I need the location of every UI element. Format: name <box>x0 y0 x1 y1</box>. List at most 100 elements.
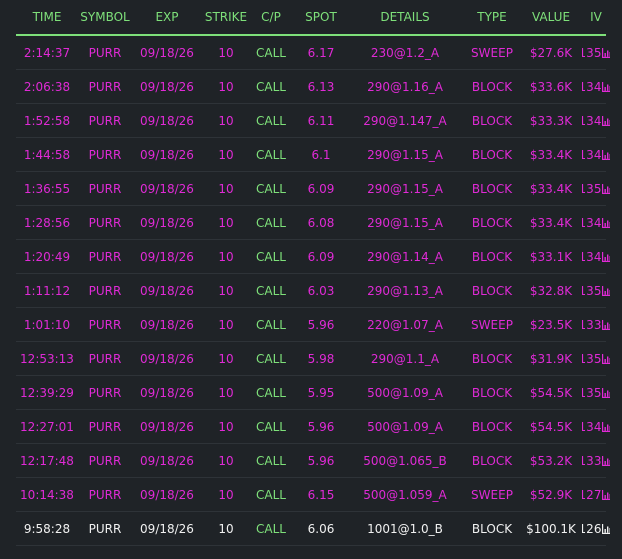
table-row[interactable]: 12:39:29 PURR 09/18/26 10 CALL 5.95 500@… <box>16 376 610 410</box>
cell-value: $31.9K <box>529 351 573 366</box>
cell-exp: 09/18/26 <box>140 351 194 366</box>
bar-chart-icon[interactable] <box>602 251 610 262</box>
cell-details: 500@1.09_A <box>367 385 443 400</box>
bar-chart-icon[interactable] <box>602 183 610 194</box>
cell-spot: 6.09 <box>307 249 335 264</box>
header-exp[interactable]: EXP <box>132 10 202 24</box>
header-iv[interactable]: IV <box>582 10 610 24</box>
cell-exp: 09/18/26 <box>140 487 194 502</box>
cell-strike: 10 <box>218 215 234 230</box>
cell-type: BLOCK <box>471 249 513 264</box>
cell-iv: 135 <box>582 386 610 400</box>
header-strike[interactable]: STRIKE <box>202 10 250 24</box>
cell-cp: CALL <box>256 147 286 162</box>
cell-strike: 10 <box>218 487 234 502</box>
cell-type: BLOCK <box>471 113 513 128</box>
cell-type: SWEEP <box>471 487 513 502</box>
bar-chart-icon[interactable] <box>602 523 610 534</box>
cell-symbol: PURR <box>88 79 122 94</box>
cell-symbol: PURR <box>88 249 122 264</box>
cell-iv: 134 <box>582 420 610 434</box>
cell-exp: 09/18/26 <box>140 453 194 468</box>
cell-details: 500@1.065_B <box>363 453 447 468</box>
cell-symbol: PURR <box>88 453 122 468</box>
iv-value: 133 <box>582 453 602 468</box>
cell-spot: 5.96 <box>307 453 335 468</box>
bar-chart-icon[interactable] <box>602 217 610 228</box>
bar-chart-icon[interactable] <box>602 387 610 398</box>
header-details[interactable]: DETAILS <box>350 10 460 24</box>
table-row[interactable]: 12:17:48 PURR 09/18/26 10 CALL 5.96 500@… <box>16 444 610 478</box>
cell-value: $54.5K <box>529 419 573 434</box>
cell-details: 500@1.059_A <box>363 487 447 502</box>
cell-cp: CALL <box>256 453 286 468</box>
cell-exp: 09/18/26 <box>140 283 194 298</box>
header-value[interactable]: VALUE <box>524 10 578 24</box>
table-row[interactable]: 12:27:01 PURR 09/18/26 10 CALL 5.96 500@… <box>16 410 610 444</box>
table-row[interactable]: 1:28:56 PURR 09/18/26 10 CALL 6.08 290@1… <box>16 206 610 240</box>
cell-symbol: PURR <box>88 215 122 230</box>
table-row[interactable]: 1:11:12 PURR 09/18/26 10 CALL 6.03 290@1… <box>16 274 610 308</box>
cell-exp: 09/18/26 <box>140 521 194 536</box>
cell-type: BLOCK <box>471 215 513 230</box>
header-type[interactable]: TYPE <box>460 10 524 24</box>
cell-exp: 09/18/26 <box>140 215 194 230</box>
bar-chart-icon[interactable] <box>602 489 610 500</box>
table-row[interactable]: 1:01:10 PURR 09/18/26 10 CALL 5.96 220@1… <box>16 308 610 342</box>
cell-spot: 6.15 <box>307 487 335 502</box>
table-row[interactable]: 2:06:38 PURR 09/18/26 10 CALL 6.13 290@1… <box>16 70 610 104</box>
cell-exp: 09/18/26 <box>140 249 194 264</box>
cell-cp: CALL <box>256 45 286 60</box>
bar-chart-icon[interactable] <box>602 81 610 92</box>
cell-time: 1:28:56 <box>23 215 71 230</box>
header-time[interactable]: TIME <box>16 10 78 24</box>
header-cp[interactable]: C/P <box>250 10 292 24</box>
table-row[interactable]: 2:14:37 PURR 09/18/26 10 CALL 6.17 230@1… <box>16 36 610 70</box>
bar-chart-icon[interactable] <box>602 319 610 330</box>
cell-strike: 10 <box>218 317 234 332</box>
bar-chart-icon[interactable] <box>602 421 610 432</box>
cell-type: BLOCK <box>471 453 513 468</box>
table-row[interactable]: 1:20:49 PURR 09/18/26 10 CALL 6.09 290@1… <box>16 240 610 274</box>
table-row[interactable]: 9:58:28 PURR 09/18/26 10 CALL 6.06 1001@… <box>16 512 610 546</box>
cell-exp: 09/18/26 <box>140 147 194 162</box>
bar-chart-icon[interactable] <box>602 353 610 364</box>
cell-iv: 134 <box>582 80 610 94</box>
cell-iv: 126 <box>582 522 610 536</box>
cell-cp: CALL <box>256 249 286 264</box>
table-row[interactable]: 1:52:58 PURR 09/18/26 10 CALL 6.11 290@1… <box>16 104 610 138</box>
cell-details: 500@1.09_A <box>367 419 443 434</box>
cell-value: $23.5K <box>529 317 573 332</box>
cell-value: $33.4K <box>529 181 573 196</box>
cell-cp: CALL <box>256 385 286 400</box>
bar-chart-icon[interactable] <box>602 149 610 160</box>
cell-value: $100.1K <box>526 521 576 536</box>
iv-value: 135 <box>582 283 602 298</box>
cell-type: BLOCK <box>471 419 513 434</box>
bar-chart-icon[interactable] <box>602 47 610 58</box>
cell-exp: 09/18/26 <box>140 113 194 128</box>
cell-strike: 10 <box>218 521 234 536</box>
table-row[interactable]: 10:14:38 PURR 09/18/26 10 CALL 6.15 500@… <box>16 478 610 512</box>
table-row[interactable]: 1:44:58 PURR 09/18/26 10 CALL 6.1 290@1.… <box>16 138 610 172</box>
bar-chart-icon[interactable] <box>602 455 610 466</box>
cell-time: 12:27:01 <box>20 419 74 434</box>
cell-time: 1:01:10 <box>23 317 71 332</box>
table-row[interactable]: 1:36:55 PURR 09/18/26 10 CALL 6.09 290@1… <box>16 172 610 206</box>
iv-value: 135 <box>582 351 602 366</box>
cell-time: 2:14:37 <box>23 45 71 60</box>
cell-spot: 6.1 <box>311 147 331 162</box>
header-spot[interactable]: SPOT <box>292 10 350 24</box>
cell-details: 1001@1.0_B <box>367 521 443 536</box>
iv-value: 134 <box>582 147 602 162</box>
bar-chart-icon[interactable] <box>602 285 610 296</box>
iv-value: 126 <box>582 521 602 536</box>
cell-time: 1:44:58 <box>23 147 71 162</box>
cell-cp: CALL <box>256 521 286 536</box>
bar-chart-icon[interactable] <box>602 115 610 126</box>
header-symbol[interactable]: SYMBOL <box>78 10 132 24</box>
cell-type: BLOCK <box>471 181 513 196</box>
cell-exp: 09/18/26 <box>140 385 194 400</box>
table-row[interactable]: 12:53:13 PURR 09/18/26 10 CALL 5.98 290@… <box>16 342 610 376</box>
cell-details: 290@1.1_A <box>370 351 440 366</box>
